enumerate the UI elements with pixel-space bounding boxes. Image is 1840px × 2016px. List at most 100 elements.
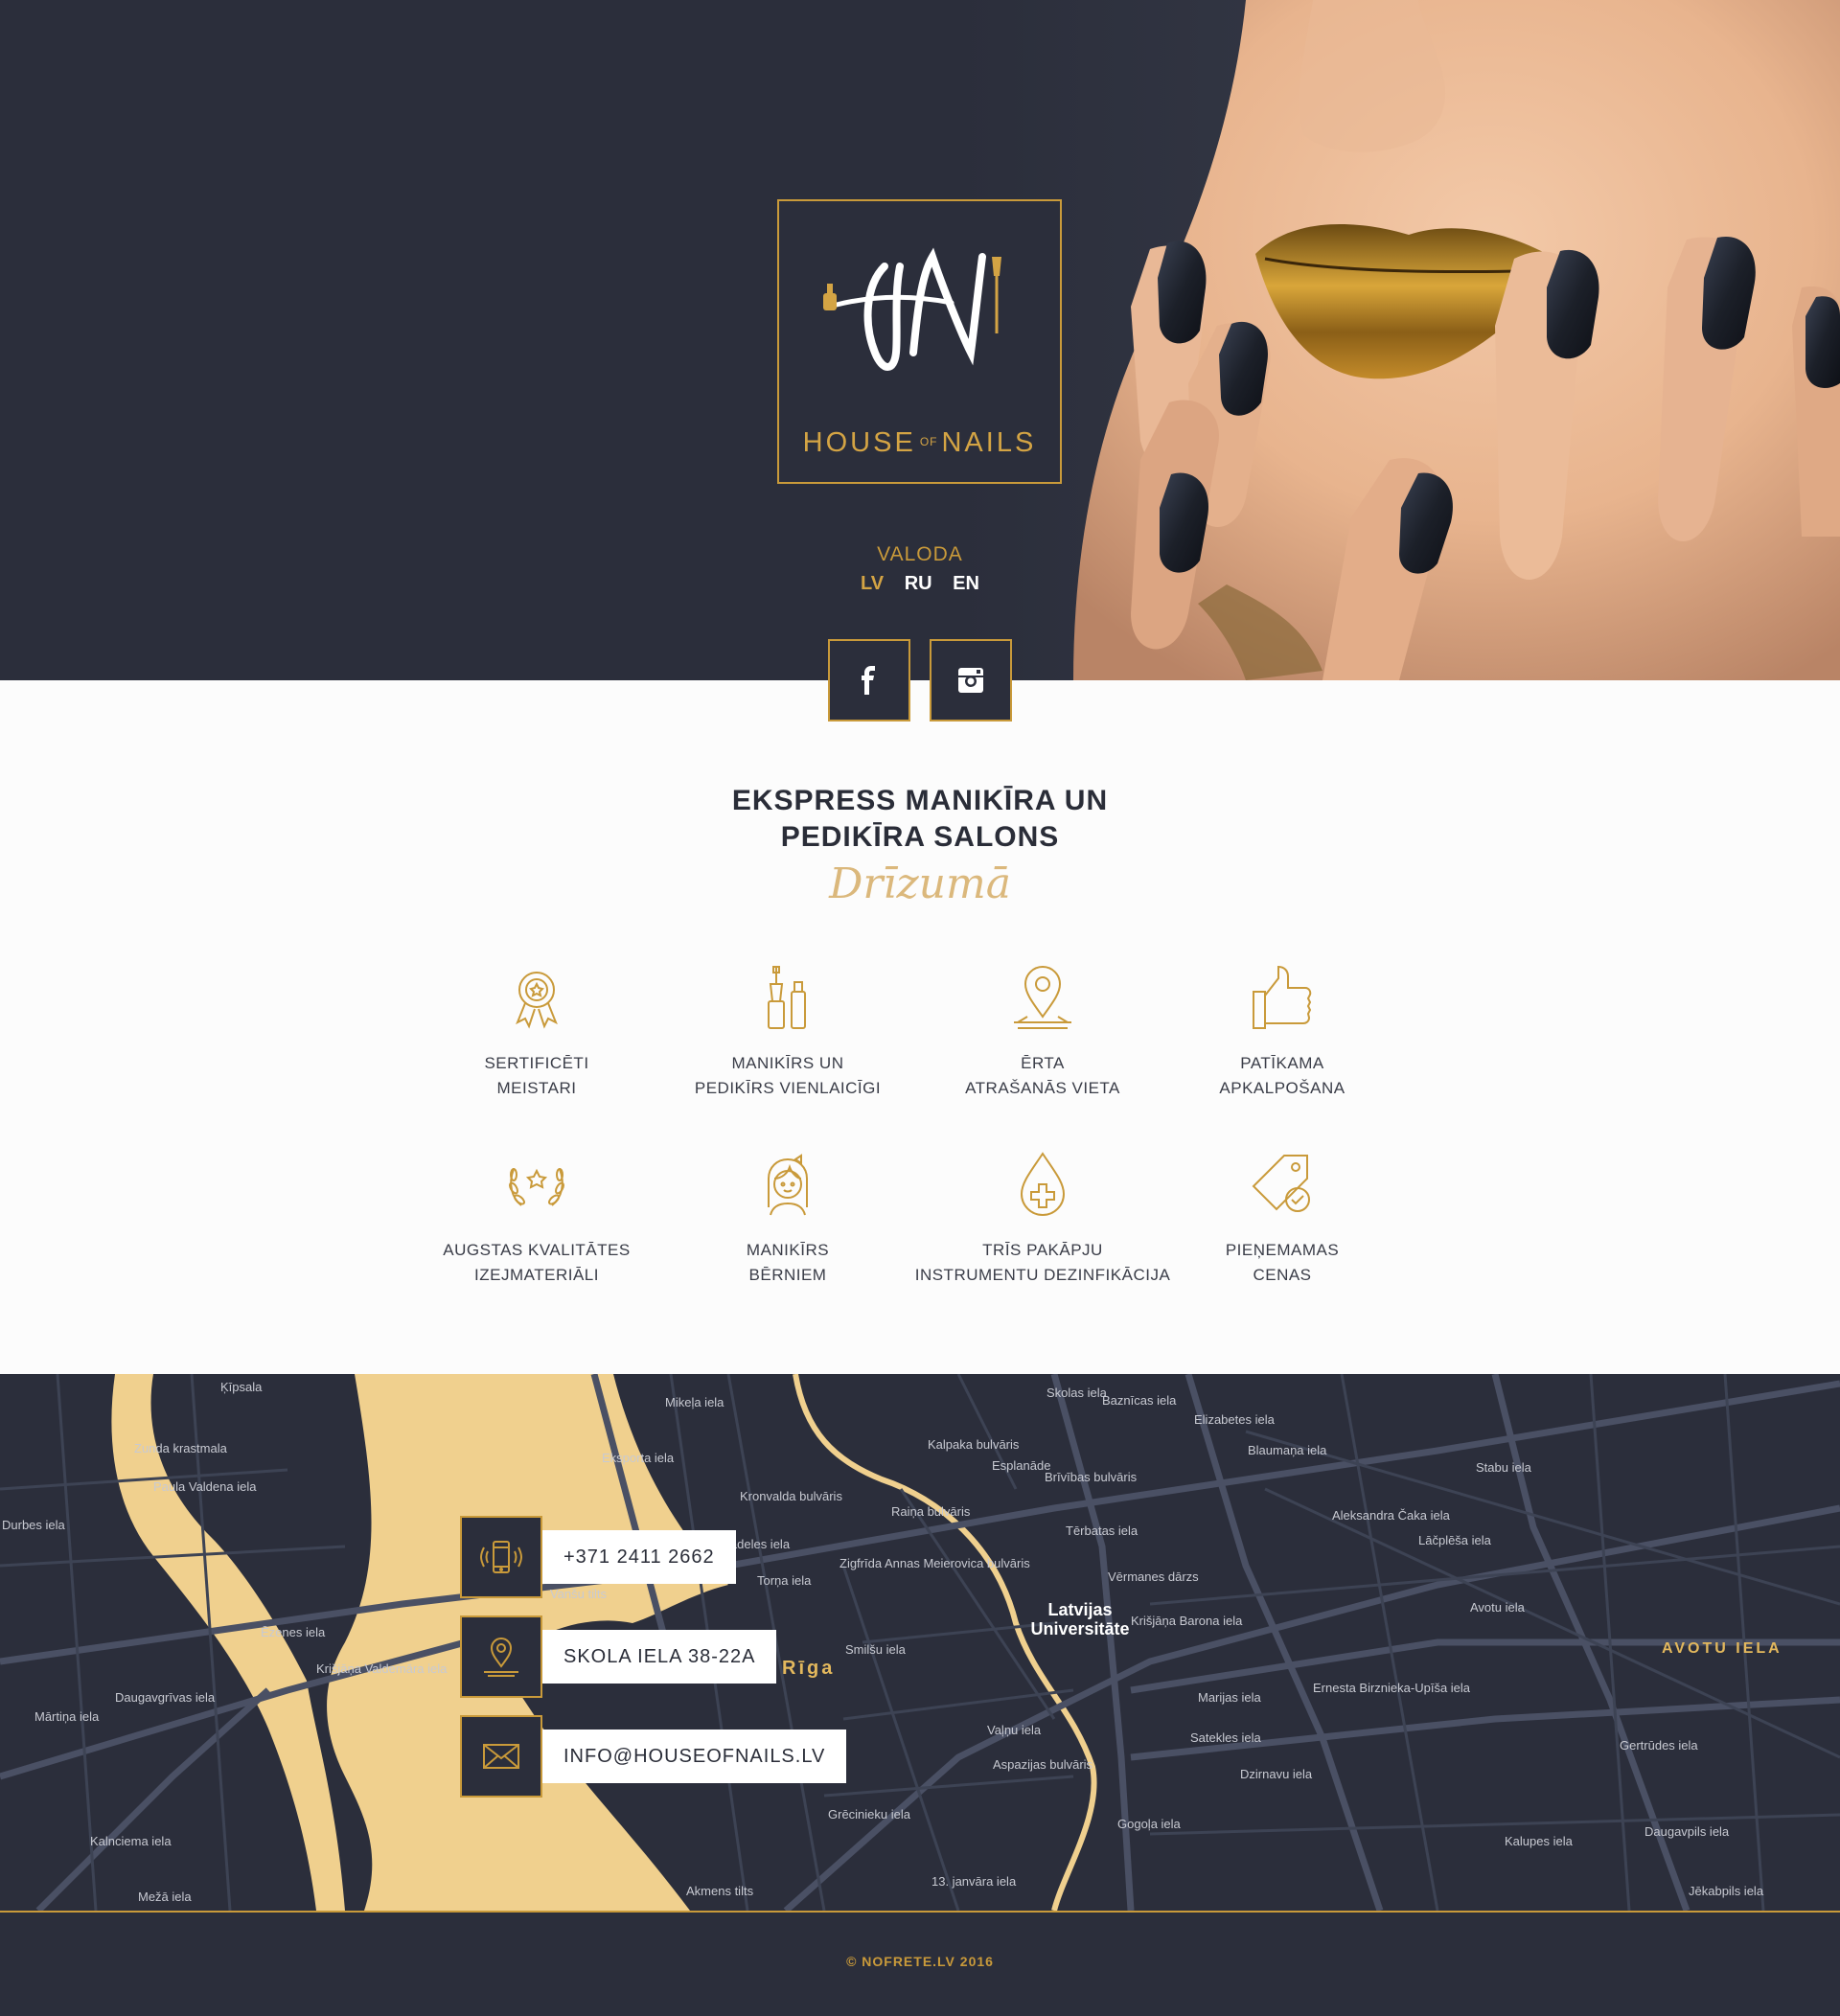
- map-label: Baznīcas iela: [1102, 1393, 1177, 1408]
- map-label: Marijas iela: [1198, 1690, 1261, 1705]
- map-label: Ernesta Birznieka-Upīša iela: [1313, 1681, 1471, 1695]
- hn-monogram-icon: [823, 247, 1001, 371]
- map-label: Aleksandra Čaka iela: [1332, 1508, 1450, 1523]
- feature-label: ĒRTA ATRAŠANĀS VIETA: [965, 1054, 1120, 1097]
- map-label: Brīvības bulvāris: [1045, 1470, 1138, 1484]
- feature-disinfection: TRĪS PAKĀPJU INSTRUMENTU DEZINFIKĀCIJA: [904, 1150, 1182, 1288]
- map-label: Elizabetes iela: [1194, 1412, 1275, 1427]
- feature-location: ĒRTA ATRAŠANĀS VIETA: [904, 963, 1182, 1101]
- map-label: Esplanāde: [992, 1458, 1051, 1473]
- child-face-icon: [768, 1154, 808, 1216]
- feature-kids-manicure: MANIKĪRS BĒRNIEM: [649, 1150, 927, 1288]
- map-label: Daugavgrīvas iela: [115, 1690, 216, 1705]
- hero-section: HOUSE OF NAILS VALODA LV RU EN: [0, 0, 1840, 680]
- map-label: Dzirnavu iela: [1240, 1767, 1313, 1781]
- map-label: Durbes iela: [2, 1518, 65, 1532]
- logo[interactable]: HOUSE OF NAILS: [777, 199, 1062, 484]
- map-label: Ķīpsala: [220, 1380, 263, 1394]
- map-label: Smilšu iela: [845, 1642, 906, 1657]
- map-label: Skolas iela: [1046, 1386, 1107, 1400]
- map-label: Avotu iela: [1470, 1600, 1525, 1615]
- map-label: Zigfrīda Annas Meierovica bulvāris: [840, 1556, 1030, 1570]
- feature-label: PATĪKAMA APKALPOŠANA: [1219, 1054, 1346, 1097]
- brand-of: OF: [919, 435, 938, 448]
- map-label: Jēkabpils iela: [1689, 1884, 1764, 1898]
- city-label: Rīga: [782, 1658, 836, 1679]
- feature-label: PIEŅEMAMAS CENAS: [1225, 1241, 1340, 1284]
- email-link[interactable]: INFO@HOUSEOFNAILS.LV: [542, 1730, 847, 1783]
- lang-ru[interactable]: RU: [905, 573, 932, 594]
- laurel-star-icon: [509, 1168, 564, 1206]
- phone-icon: [480, 1541, 522, 1573]
- instagram-icon: [958, 668, 983, 693]
- map-label: Mikeļa iela: [665, 1395, 724, 1409]
- map-label: Satekles iela: [1190, 1730, 1261, 1745]
- brand-house: HOUSE: [802, 427, 916, 458]
- map-label: Raiņa bulvāris: [891, 1504, 971, 1519]
- map-label: Krišjāņa Valdemāra iela: [316, 1661, 448, 1676]
- map-label: Paula Valdena iela: [153, 1479, 257, 1494]
- map-label: Lāčplēša iela: [1418, 1533, 1491, 1547]
- feature-label: AUGSTAS KVALITĀTES IZEJMATERIĀLI: [443, 1241, 631, 1284]
- coming-soon-tagline: Drīzumā: [829, 859, 1011, 908]
- feature-label: MANIKĪRS UN PEDIKĪRS VIENLAICĪGI: [694, 1054, 882, 1097]
- language-switcher: LV RU EN: [824, 573, 1016, 595]
- university-label: Latvijas Universitāte: [1030, 1600, 1130, 1638]
- email-icon-box: [460, 1715, 542, 1798]
- map-label: Stabu iela: [1476, 1460, 1531, 1475]
- envelope-icon: [483, 1744, 519, 1769]
- map-label: Blaumaņa iela: [1248, 1443, 1327, 1457]
- contact-email: INFO@HOUSEOFNAILS.LV: [460, 1715, 847, 1798]
- map-graphic: [0, 1374, 1840, 1911]
- title-line-2: PEDIKĪRA SALONS: [780, 821, 1060, 853]
- drop-plus-icon: [1020, 1152, 1066, 1216]
- map-label: Zunda krastmala: [134, 1441, 227, 1455]
- price-tag-check-icon: [1252, 1155, 1310, 1212]
- nail-polish-icon: [768, 966, 806, 1029]
- brand-name: HOUSE OF NAILS: [779, 427, 1060, 459]
- award-ribbon-icon: [516, 972, 558, 1029]
- map-label: Krišjāņa Barona iela: [1131, 1614, 1243, 1628]
- facebook-button[interactable]: [828, 639, 910, 722]
- title-line-1: EKSPRESS MANIKĪRA UN: [731, 785, 1109, 816]
- thumbs-up-icon: [1253, 965, 1312, 1029]
- map-label: Akmens tilts: [686, 1884, 754, 1898]
- facebook-icon: [862, 666, 875, 695]
- map-label: Mežā iela: [138, 1890, 192, 1904]
- footer: © NOFRETE.LV 2016: [0, 1911, 1840, 2016]
- copyright[interactable]: © NOFRETE.LV 2016: [0, 1954, 1840, 1969]
- address-text: SKOLA IELA 38-22A: [542, 1630, 777, 1684]
- map-label: Mārtiņa iela: [34, 1709, 100, 1724]
- map-label: Kalnciema iela: [90, 1834, 172, 1848]
- address-icon-box: [460, 1615, 542, 1698]
- language-title: VALODA: [877, 543, 963, 565]
- feature-certified-masters: SERTIFICĒTI MEISTARI: [398, 963, 676, 1101]
- phone-icon-box: [460, 1516, 542, 1598]
- page-title: EKSPRESS MANIKĪRA UN PEDIKĪRA SALONS: [632, 783, 1208, 856]
- map-label: Kalupes iela: [1505, 1834, 1573, 1848]
- map-label: Gogoļa iela: [1117, 1817, 1181, 1831]
- feature-service: PATĪKAMA APKALPOŠANA: [1143, 963, 1421, 1101]
- lang-lv[interactable]: LV: [861, 573, 884, 594]
- map-label: Torņa iela: [757, 1573, 812, 1588]
- map-label: Vērmanes dārzs: [1108, 1569, 1199, 1584]
- location-map[interactable]: Ķīpsala Zunda krastmala Paula Valdena ie…: [0, 1374, 1840, 1911]
- map-label: Vaļņu iela: [987, 1723, 1042, 1737]
- instagram-button[interactable]: [930, 639, 1012, 722]
- feature-label: SERTIFICĒTI MEISTARI: [484, 1054, 589, 1097]
- map-label: Aspazijas bulvāris: [993, 1757, 1093, 1772]
- contact-phone: +371 2411 2662: [460, 1516, 736, 1598]
- contact-address: SKOLA IELA 38-22A: [460, 1615, 777, 1698]
- feature-label: TRĪS PAKĀPJU INSTRUMENTU DEZINFIKĀCIJA: [914, 1241, 1171, 1284]
- map-label: Kronvalda bulvāris: [740, 1489, 842, 1503]
- feature-affordable-prices: PIEŅEMAMAS CENAS: [1143, 1150, 1421, 1288]
- map-label: 13. janvāra iela: [932, 1874, 1017, 1889]
- map-label: Ēzenes iela: [261, 1625, 326, 1639]
- feature-simultaneous: MANIKĪRS UN PEDIKĪRS VIENLAICĪGI: [649, 963, 927, 1101]
- brand-nails: NAILS: [941, 427, 1037, 458]
- map-label: Kalpaka bulvāris: [928, 1437, 1020, 1452]
- phone-link[interactable]: +371 2411 2662: [542, 1530, 736, 1584]
- lang-en[interactable]: EN: [953, 573, 979, 594]
- map-label: Grēcinieku iela: [828, 1807, 910, 1821]
- map-label: Daugavpils iela: [1644, 1824, 1730, 1839]
